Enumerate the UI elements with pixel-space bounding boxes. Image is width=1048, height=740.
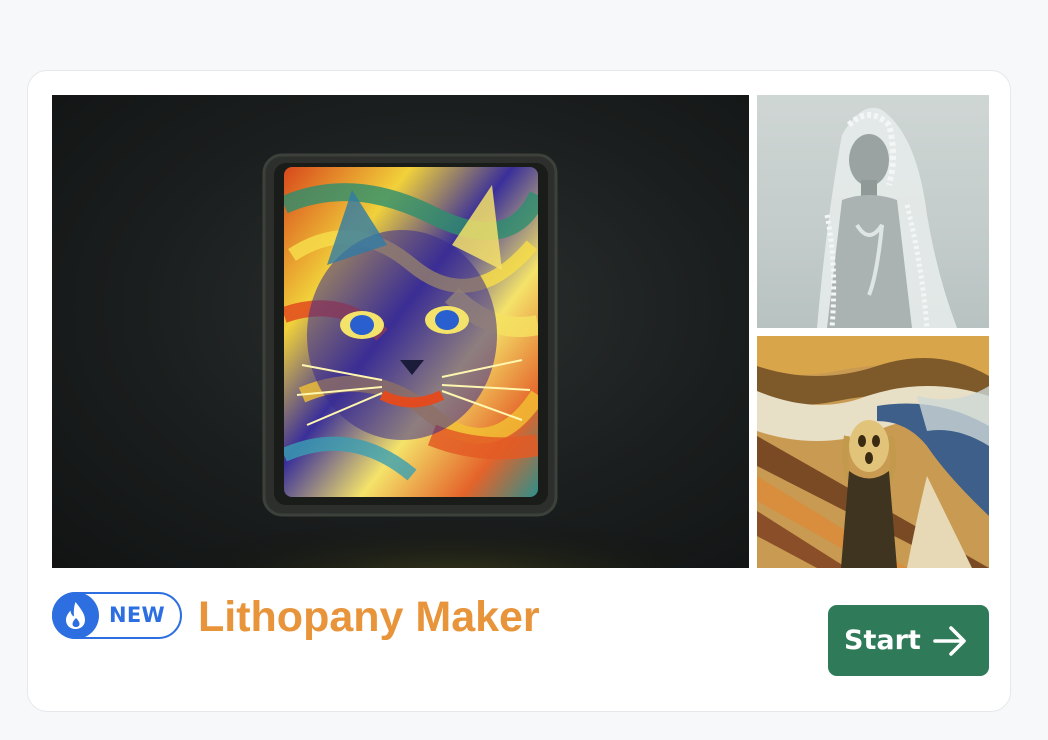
flame-drop-icon xyxy=(52,592,99,639)
arrow-right-icon xyxy=(933,626,966,656)
start-button[interactable]: Start xyxy=(828,605,989,676)
new-badge: NEW xyxy=(52,592,182,639)
tool-card[interactable]: NEW Lithopany Maker Start xyxy=(27,70,1011,712)
card-title: Lithopany Maker xyxy=(198,593,540,641)
badge-label: NEW xyxy=(109,603,165,627)
scream-lithophane-image xyxy=(757,336,989,568)
start-button-label: Start xyxy=(844,625,921,656)
veiled-woman-lithophane-image xyxy=(817,107,957,328)
cat-lithophane-image xyxy=(192,153,712,568)
side-product-photo-top xyxy=(757,95,989,328)
main-product-photo xyxy=(52,95,749,568)
side-product-photo-bottom xyxy=(757,336,989,568)
